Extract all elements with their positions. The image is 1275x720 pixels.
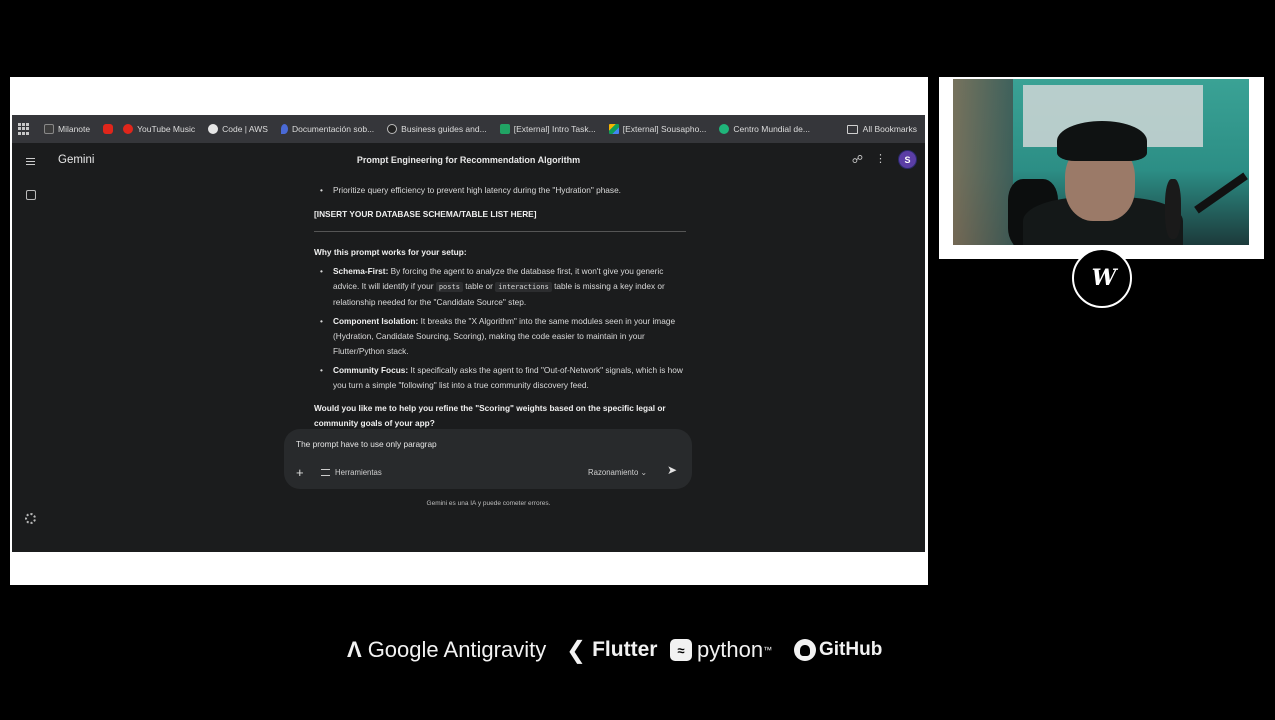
bookmark-business-guides[interactable]: Business guides and... bbox=[387, 124, 487, 134]
github-logo: GitHub bbox=[794, 632, 882, 668]
folder-icon bbox=[846, 124, 858, 134]
prompt-input[interactable]: The prompt have to use only paragrap bbox=[296, 439, 437, 449]
bookmark-code-aws[interactable]: Code | AWS bbox=[208, 124, 268, 134]
top-actions: ☍ ⋮ S bbox=[852, 150, 917, 169]
tools-button[interactable]: Herramientas bbox=[321, 468, 382, 477]
inline-code: interactions bbox=[495, 282, 552, 292]
google-antigravity-logo: Λ Google Antigravity bbox=[347, 637, 547, 662]
list-item: Schema-First: By forcing the agent to an… bbox=[314, 264, 690, 310]
channel-logo: W bbox=[1072, 248, 1132, 308]
inline-code: posts bbox=[435, 282, 463, 292]
shared-screen: Milanote YouTube Music Code | AWS Docume… bbox=[10, 77, 928, 585]
flutter-logo: ❮ Flutter bbox=[566, 636, 658, 664]
youtube-music-icon bbox=[123, 124, 134, 134]
response-content: Prioritize query efficiency to prevent h… bbox=[314, 183, 690, 431]
benefits-list: Schema-First: By forcing the agent to an… bbox=[314, 264, 690, 393]
tech-logos-row: Λ Google Antigravity ❮ Flutter ≈ python ™ Gi… bbox=[0, 632, 1275, 668]
divider bbox=[314, 231, 686, 232]
list-item: Prioritize query efficiency to prevent h… bbox=[314, 183, 690, 198]
milanote-icon bbox=[44, 124, 54, 134]
settings-gear-icon[interactable] bbox=[25, 513, 36, 524]
list-item: Community Focus: It specifically asks th… bbox=[314, 363, 690, 393]
conversation-title: Prompt Engineering for Recommendation Al… bbox=[356, 155, 581, 165]
youtube-icon bbox=[103, 124, 114, 134]
github-icon bbox=[208, 124, 219, 134]
bookmark-youtube[interactable] bbox=[103, 124, 117, 134]
bookmark-milanote[interactable]: Milanote bbox=[44, 124, 90, 134]
section-heading: Why this prompt works for your setup: bbox=[314, 247, 467, 257]
all-bookmarks-button[interactable]: All Bookmarks bbox=[846, 115, 917, 143]
bookmark-intro-task[interactable]: [External] Intro Task... bbox=[499, 124, 596, 134]
bookmarks-bar: Milanote YouTube Music Code | AWS Docume… bbox=[12, 115, 925, 143]
flutter-icon: ❮ bbox=[566, 636, 587, 664]
schema-placeholder-text: [INSERT YOUR DATABASE SCHEMA/TABLE LIST … bbox=[314, 209, 537, 219]
more-vertical-icon[interactable]: ⋮ bbox=[875, 154, 886, 165]
side-rail bbox=[12, 143, 48, 552]
antigravity-icon: Λ bbox=[347, 637, 362, 662]
list-item: Component Isolation: It breaks the "X Al… bbox=[314, 314, 690, 359]
webcam-frame bbox=[939, 77, 1264, 259]
webcam-video bbox=[953, 79, 1249, 245]
leaf-icon bbox=[719, 124, 730, 134]
sheets-icon bbox=[499, 124, 510, 134]
mode-selector[interactable]: Razonamiento ⌄ bbox=[588, 468, 647, 477]
browser-window: Milanote YouTube Music Code | AWS Docume… bbox=[12, 115, 925, 552]
bookmark-sousapho[interactable]: [External] Sousapho... bbox=[608, 124, 706, 134]
send-icon[interactable]: ➤ bbox=[667, 463, 677, 477]
followup-question: Would you like me to help you refine the… bbox=[314, 403, 666, 428]
disclaimer-text: Gemini es una IA y puede cometer errores… bbox=[426, 500, 551, 507]
bookmark-documentacion[interactable]: Documentación sob... bbox=[280, 124, 374, 134]
gemini-app: Gemini Prompt Engineering for Recommenda… bbox=[12, 143, 925, 552]
python-logo: ≈ python ™ bbox=[670, 632, 772, 668]
apps-grid-icon[interactable] bbox=[18, 123, 30, 135]
add-plus-icon[interactable]: + bbox=[296, 465, 304, 480]
avatar[interactable]: S bbox=[898, 150, 917, 169]
globe-icon bbox=[387, 124, 398, 134]
bookmark-centro-mundial[interactable]: Centro Mundial de... bbox=[719, 124, 810, 134]
bookmark-youtube-music[interactable]: YouTube Music bbox=[123, 124, 195, 134]
drive-icon bbox=[608, 124, 619, 134]
github-octocat-icon bbox=[794, 639, 816, 661]
share-icon[interactable]: ☍ bbox=[852, 153, 863, 166]
python-icon: ≈ bbox=[670, 639, 692, 661]
sliders-icon bbox=[321, 469, 330, 476]
prompt-input-box[interactable]: The prompt have to use only paragrap + H… bbox=[284, 429, 692, 489]
drop-icon bbox=[280, 124, 288, 134]
new-chat-icon[interactable] bbox=[26, 190, 36, 200]
